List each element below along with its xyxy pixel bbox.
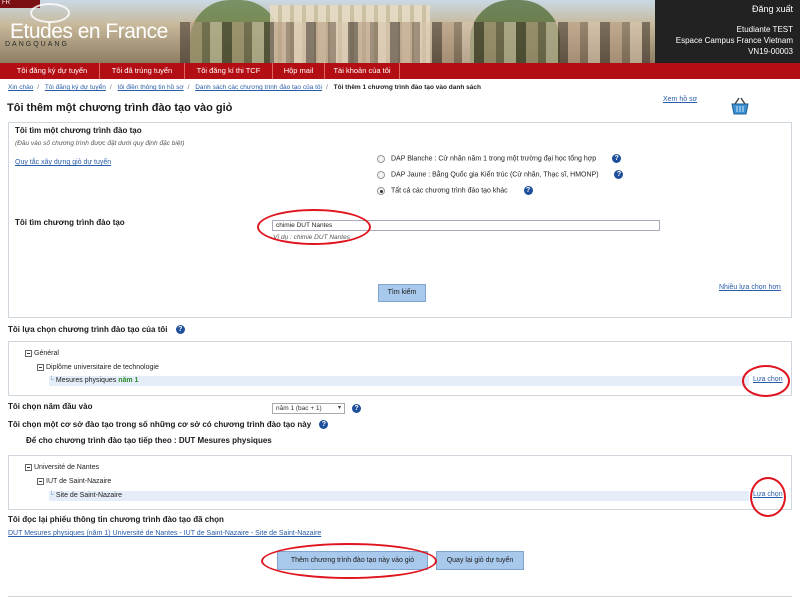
breadcrumb-current: Tôi thêm 1 chương trình đào tạo vào danh… xyxy=(333,84,481,91)
breadcrumb-item[interactable]: Xin chào xyxy=(8,84,33,91)
tree-node-label: Diplôme universitaire de technologie xyxy=(46,364,159,371)
logo[interactable]: FR Etudes en France DANGQUANG xyxy=(0,0,205,63)
selected-row-highlight xyxy=(49,491,749,501)
help-icon[interactable]: ? xyxy=(352,404,361,413)
menu-item-account[interactable]: Tài khoản của tôi xyxy=(325,63,400,79)
breadcrumb-separator: / xyxy=(37,84,40,91)
breadcrumb-separator: / xyxy=(187,84,190,91)
institution-heading: Tôi chọn một cơ sở đào tạo trong số nhữn… xyxy=(8,420,329,430)
search-button[interactable]: Tìm kiếm xyxy=(378,284,426,302)
radio-button[interactable] xyxy=(377,186,385,195)
view-profile-link[interactable]: Xem hồ sơ xyxy=(663,96,697,103)
review-heading: Tôi đọc lại phiếu thông tin chương trình… xyxy=(8,515,224,524)
menu-item-register[interactable]: Tôi đăng ký dự tuyển xyxy=(5,63,100,79)
my-choice-heading-text: Tôi lựa chọn chương trình đào tạo của tô… xyxy=(8,325,168,334)
radio-label: DAP Jaune : Bằng Quốc gia Kiến trúc (Cử … xyxy=(391,171,599,179)
tree-connector: └ xyxy=(49,377,54,384)
radio-button[interactable] xyxy=(377,170,385,179)
radio-label: Tất cả các chương trình đào tạo khác xyxy=(391,187,508,195)
entry-year-select[interactable]: năm 1 (bac + 1) ▾ xyxy=(272,403,345,414)
breadcrumb-separator: / xyxy=(326,84,328,91)
radio-dap-jaune[interactable]: DAP Jaune : Bằng Quốc gia Kiến trúc (Cử … xyxy=(377,170,624,181)
collapse-icon[interactable] xyxy=(37,477,44,485)
help-icon[interactable]: ? xyxy=(614,170,624,179)
annotation-circle xyxy=(750,477,786,517)
collapse-icon[interactable] xyxy=(25,463,32,471)
breadcrumb: Xin chào / Tôi đăng ký dự tuyển / tôi điền… xyxy=(8,84,481,94)
annotation-circle xyxy=(261,543,437,579)
tree-node-label: Général xyxy=(34,350,59,357)
year-badge: năm 1 xyxy=(118,377,139,384)
institution-subheading: Để cho chương trình đào tạo tiếp theo : … xyxy=(26,436,272,445)
radio-button[interactable] xyxy=(377,154,385,163)
help-icon[interactable]: ? xyxy=(523,186,533,195)
watermark-text: DANGQUANG xyxy=(5,41,69,48)
tree-node-label: Mesures physiques xyxy=(55,377,117,384)
institution-tree-panel: Université de Nantes IUT de Saint-Nazair… xyxy=(8,455,792,517)
tree-connector: └ xyxy=(49,492,54,499)
help-icon[interactable]: ? xyxy=(612,154,622,163)
selected-row-highlight xyxy=(49,376,749,386)
radio-other-programs[interactable]: Tất cả các chương trình đào tạo khác ? xyxy=(377,186,533,197)
search-field-label: Tôi tìm chương trình đào tạo xyxy=(15,218,125,227)
radio-label: DAP Blanche : Cử nhân năm 1 trong một tr… xyxy=(391,155,597,163)
logo-ribbon-text: FR xyxy=(2,0,10,6)
tree-node-university[interactable]: Université de Nantes xyxy=(25,463,99,473)
breadcrumb-item[interactable]: tôi điền thông tin hồ sơ xyxy=(118,84,184,91)
collapse-icon[interactable] xyxy=(37,363,44,371)
user-code: VN19-00003 xyxy=(748,47,793,56)
help-icon[interactable]: ? xyxy=(175,325,185,335)
menu-item-admitted[interactable]: Tôi đã trúng tuyển xyxy=(100,63,185,79)
institution-heading-text: Tôi chọn một cơ sở đào tạo trong số nhữn… xyxy=(8,420,312,429)
menu-item-mailbox[interactable]: Hộp mail xyxy=(273,63,325,79)
more-options-link[interactable]: Nhiều lựa chọn hơn xyxy=(719,284,781,291)
tree-node-site[interactable]: └ Site de Saint-Nazaire xyxy=(49,491,122,501)
selected-program-summary-link[interactable]: DUT Mesures physiques (năm 1) Université… xyxy=(8,530,321,537)
tree-node-label: IUT de Saint-Nazaire xyxy=(46,478,112,485)
back-to-basket-button[interactable]: Quay lại giỏ dự tuyển xyxy=(436,551,524,570)
tree-node-label: Site de Saint-Nazaire xyxy=(55,492,123,499)
rules-link[interactable]: Quy tắc xây dựng giỏ dự tuyển xyxy=(15,159,111,166)
breadcrumb-separator: / xyxy=(109,84,112,91)
program-tree-panel: Général Diplôme universitaire de technol… xyxy=(8,341,792,397)
footer-divider xyxy=(8,596,792,597)
search-note: (Đầu vào số chương trình được đặt dưới q… xyxy=(15,140,185,147)
site-header: FR Etudes en France DANGQUANG Đăng xuất … xyxy=(0,0,800,63)
logout-link[interactable]: Đăng xuất xyxy=(752,4,793,14)
campus-name: Espace Campus France Vietnam xyxy=(675,36,793,45)
chevron-down-icon: ▾ xyxy=(337,405,341,411)
search-heading: Tôi tìm một chương trình đào tạo xyxy=(15,126,142,135)
tree-node-mesures-physiques[interactable]: └ Mesures physiques năm 1 xyxy=(49,376,138,386)
entry-year-label: Tôi chọn năm đầu vào xyxy=(8,402,93,411)
entry-year-value: năm 1 (bac + 1) xyxy=(276,405,322,412)
radio-dap-blanche[interactable]: DAP Blanche : Cử nhân năm 1 trong một tr… xyxy=(377,154,622,165)
breadcrumb-item[interactable]: Danh sách các chương trình đào tạo của t… xyxy=(195,84,322,91)
breadcrumb-item[interactable]: Tôi đăng ký dự tuyển xyxy=(45,84,106,91)
collapse-icon[interactable] xyxy=(25,349,32,357)
tree-node-label: Université de Nantes xyxy=(34,464,99,471)
main-menu: Tôi đăng ký dự tuyển Tôi đã trúng tuyển … xyxy=(0,63,800,79)
basket-icon[interactable] xyxy=(729,96,751,116)
tree-node-dut[interactable]: Diplôme universitaire de technologie xyxy=(37,363,159,373)
header-people xyxy=(180,22,650,63)
search-panel: Tôi tìm một chương trình đào tạo (Đầu và… xyxy=(8,122,792,318)
user-name: Etudiante TEST xyxy=(736,25,793,34)
help-icon[interactable]: ? xyxy=(319,420,329,430)
tree-node-general[interactable]: Général xyxy=(25,349,59,359)
user-panel: Đăng xuất Etudiante TEST Espace Campus F… xyxy=(655,0,800,63)
annotation-circle xyxy=(742,365,790,397)
tree-node-iut[interactable]: IUT de Saint-Nazaire xyxy=(37,477,111,487)
annotation-circle xyxy=(257,209,371,245)
menu-item-tcf[interactable]: Tôi đăng kí thi TCF xyxy=(185,63,273,79)
my-choice-heading: Tôi lựa chọn chương trình đào tạo của tô… xyxy=(8,325,185,335)
page-title: Tôi thêm một chương trình đào tạo vào gi… xyxy=(7,102,233,114)
